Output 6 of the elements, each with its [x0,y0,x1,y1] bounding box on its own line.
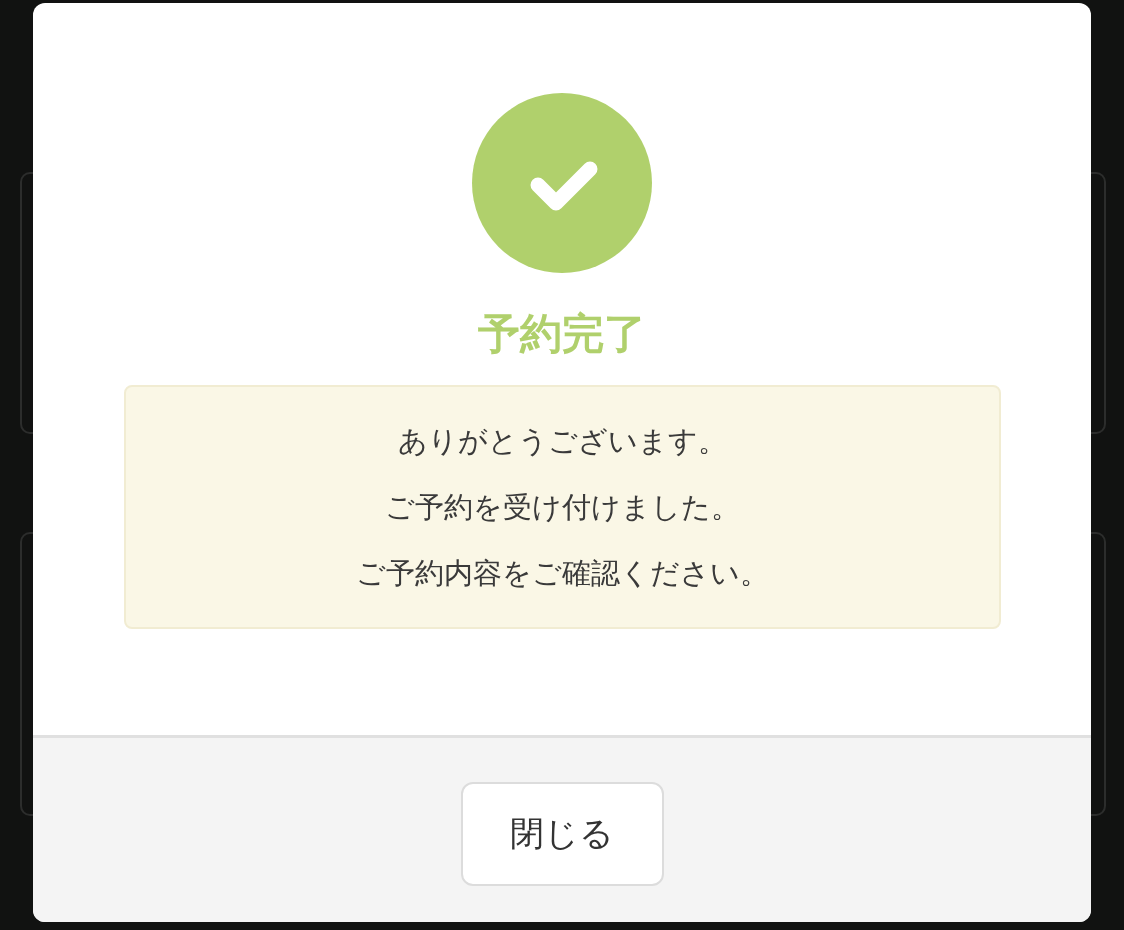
message-text: ご予約を受け付けました。 [384,489,740,527]
message-text: ありがとうございます。 [397,423,727,461]
dialog-title: 予約完了 [478,309,646,360]
close-button[interactable]: 閉じる [460,782,664,886]
message-text: ご予約内容をご確認ください。 [355,555,769,593]
check-icon [472,93,652,273]
